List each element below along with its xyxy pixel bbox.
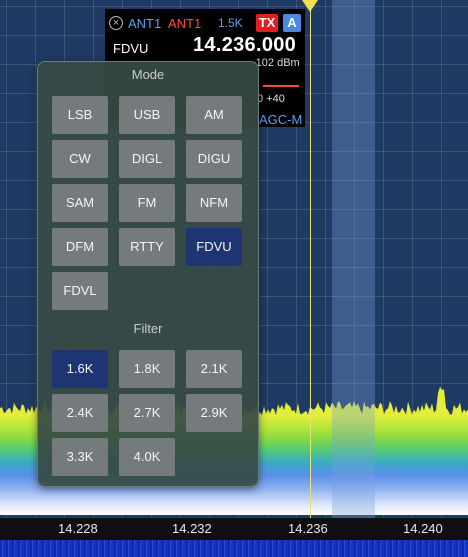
freq-tick: 14.240 [403,521,443,536]
meter-scale: 0 +40 [257,93,285,105]
mode-button-fdvl[interactable]: FDVL [52,272,108,310]
mode-button-usb[interactable]: USB [119,96,175,134]
close-slice-icon[interactable]: × [109,16,123,30]
waterfall[interactable] [0,540,468,557]
mode-button-digu[interactable]: DIGU [186,140,242,178]
freq-tick: 14.236 [288,521,328,536]
filter-button-2-4k[interactable]: 2.4K [52,394,108,432]
mode-button-nfm[interactable]: NFM [186,184,242,222]
filter-button-2-1k[interactable]: 2.1K [186,350,242,388]
mode-button-dfm[interactable]: DFM [52,228,108,266]
filter-button-4-0k[interactable]: 4.0K [119,438,175,476]
filter-button-1-8k[interactable]: 1.8K [119,350,175,388]
freq-tick: 14.232 [172,521,212,536]
mode-button-cw[interactable]: CW [52,140,108,178]
signal-level-readout: -102 dBm [252,57,300,69]
rx-antenna-button[interactable]: ANT1 [128,16,161,31]
agc-button[interactable]: AGC-M [259,112,302,127]
slice-header-row: × ANT1 ANT1 1.5K TX A [105,13,305,33]
filter-passband[interactable] [332,0,375,540]
filter-button-2-7k[interactable]: 2.7K [119,394,175,432]
frequency-axis[interactable]: 14.228 14.232 14.236 14.240 [0,518,468,540]
mode-button[interactable]: FDVU [113,41,148,56]
freq-tick: 14.228 [58,521,98,536]
frequency-display[interactable]: 14.236.000 [193,34,296,57]
mode-section-title: Mode [131,67,165,82]
filter-button-3-3k[interactable]: 3.3K [52,438,108,476]
slice-letter-badge[interactable]: A [283,14,301,32]
mode-button-fdvu[interactable]: FDVU [186,228,242,266]
mode-button-am[interactable]: AM [186,96,242,134]
mode-button-fm[interactable]: FM [119,184,175,222]
mode-button-sam[interactable]: SAM [52,184,108,222]
mode-button-lsb[interactable]: LSB [52,96,108,134]
filter-button-2-9k[interactable]: 2.9K [186,394,242,432]
mode-popup: Mode LSB USB AM CW DIGL DIGU SAM FM NFM … [37,61,259,487]
s-meter-bar [263,85,299,87]
filter-button-1-6k[interactable]: 1.6K [52,350,108,388]
tx-button[interactable]: TX [256,14,278,32]
mode-button-digl[interactable]: DIGL [119,140,175,178]
filter-width-label: 1.5K [218,16,243,30]
filter-section-title: Filter [133,321,163,336]
tx-antenna-button[interactable]: ANT1 [168,16,201,31]
tuning-line[interactable] [310,0,311,540]
mode-button-rtty[interactable]: RTTY [119,228,175,266]
